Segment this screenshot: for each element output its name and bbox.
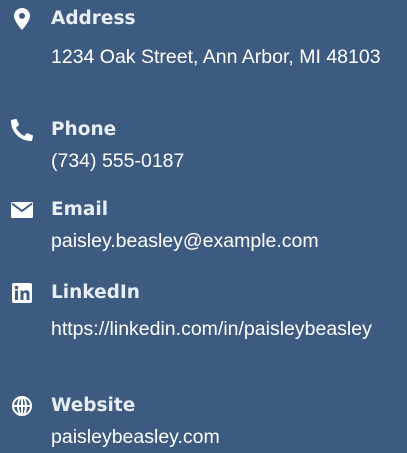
globe-icon: [10, 395, 34, 417]
address-value: 1234 Oak Street, Ann Arbor, MI 48103: [51, 46, 381, 68]
linkedin-icon: [10, 282, 34, 304]
map-marker-icon: [10, 8, 34, 30]
website-link[interactable]: paisleybeasley.com: [51, 422, 401, 452]
contact-info-list: Address 1234 Oak Street, Ann Arbor, MI 4…: [0, 0, 407, 453]
phone-link[interactable]: (734) 555-0187: [51, 146, 401, 176]
address-label: Address: [51, 8, 136, 29]
envelope-icon: [10, 199, 34, 221]
email-label: Email: [51, 199, 109, 220]
website-label: Website: [51, 395, 136, 416]
linkedin-label: LinkedIn: [51, 282, 140, 303]
phone-icon: [10, 119, 34, 141]
email-link[interactable]: paisley.beasley@example.com: [51, 226, 401, 256]
linkedin-link[interactable]: https://linkedin.com/in/paisleybeasley: [51, 314, 401, 344]
phone-label: Phone: [51, 119, 117, 140]
